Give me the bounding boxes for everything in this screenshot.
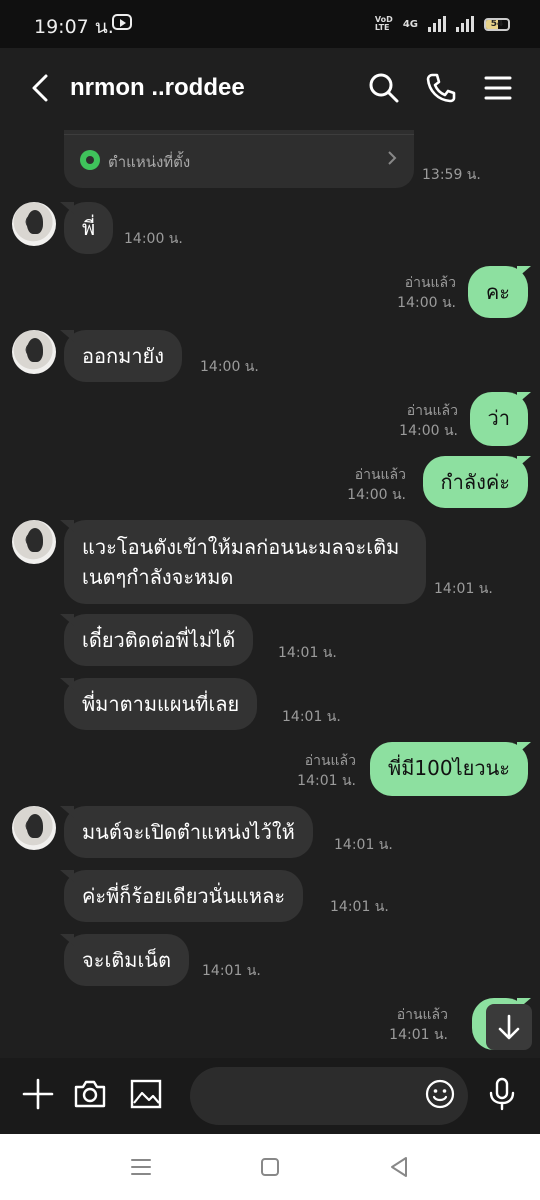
network-type: 4G [402,18,418,30]
chat-title[interactable]: nrmon ..roddee [70,74,245,102]
message-time: 14:00 น. [397,295,456,311]
message-list[interactable]: ตำแหน่งที่ตั้ง 13:59 น. พี่ 14:00 น. อ่า… [0,130,540,1058]
message-time: 14:00 น. [200,359,259,375]
status-indicators: VoD LTE 4G 54 [375,14,510,34]
avatar[interactable] [12,202,56,246]
chevron-right-icon [388,151,397,165]
back-icon[interactable] [386,1154,412,1180]
incoming-bubble[interactable]: แวะโอนตังเข้าให้มลก่อนนะมลจะเติมเนตๆกำลั… [60,520,426,604]
recent-apps-icon[interactable] [128,1154,154,1180]
image-icon[interactable] [128,1076,164,1112]
system-nav-bar [0,1134,540,1200]
message-time: 14:01 น. [434,581,493,597]
avatar[interactable] [12,520,56,564]
outgoing-bubble[interactable]: คะ [467,266,532,318]
message-time: 14:01 น. [334,837,393,853]
read-receipt: อ่านแล้ว [354,467,406,483]
message-time: 14:01 น. [278,645,337,661]
battery-icon: 54 [484,17,510,31]
avatar[interactable] [12,330,56,374]
message-time: 14:01 น. [389,1027,448,1043]
read-receipt: อ่านแล้ว [406,403,458,419]
home-icon[interactable] [257,1154,283,1180]
message-time: 14:01 น. [297,773,356,789]
status-time: 19:07 น. [34,16,114,38]
location-label: ตำแหน่งที่ตั้ง [108,153,191,171]
status-bar: 19:07 น. VoD LTE 4G 54 [0,0,540,48]
camera-icon[interactable] [72,1076,108,1112]
phone-icon[interactable] [423,70,459,106]
outgoing-bubble[interactable]: กำลังค่ะ [422,456,532,508]
input-bar [0,1058,540,1134]
message-time: 14:01 น. [202,963,261,979]
read-receipt: อ่านแล้ว [396,1007,448,1023]
message-time: 14:01 น. [330,899,389,915]
incoming-bubble[interactable]: ออกมายัง [59,330,183,382]
message-time: 14:00 น. [347,487,406,503]
message-time: 14:01 น. [282,709,341,725]
arrow-down-icon [498,1014,520,1040]
message-time: 13:59 น. [422,167,481,183]
volte-bottom: LTE [374,23,390,32]
incoming-bubble[interactable]: พี่ [59,202,114,254]
back-arrow-icon[interactable] [24,70,60,106]
volte-icon: VoD LTE [375,16,393,32]
search-icon[interactable] [366,70,402,106]
microphone-icon[interactable] [484,1076,520,1112]
divider [64,134,414,135]
outgoing-bubble[interactable]: พี่มี100ไยวนะ [370,742,531,796]
location-pin-icon [80,150,100,170]
chat-header: nrmon ..roddee [0,48,540,130]
emoji-icon[interactable] [424,1078,456,1110]
youtube-notification-icon [112,14,132,30]
incoming-bubble[interactable]: พี่มาตามแผนที่เลย [59,678,258,730]
incoming-bubble[interactable]: มนต์จะเปิดตำแหน่งไว้ให้ [60,806,313,858]
outgoing-bubble[interactable]: ว่า [469,392,532,446]
read-receipt: อ่านแล้ว [404,275,456,291]
location-card[interactable]: ตำแหน่งที่ตั้ง [64,130,414,188]
incoming-bubble[interactable]: จะเติมเน็ต [60,934,189,986]
incoming-bubble[interactable]: เดี๋ยวติดต่อพี่ไม่ได้ [59,614,254,666]
read-receipt: อ่านแล้ว [304,753,356,769]
signal-2-icon [456,16,474,32]
incoming-bubble[interactable]: ค่ะพี่ก็ร้อยเดียวนั่นแหละ [59,870,304,922]
plus-icon[interactable] [20,1076,56,1112]
message-time: 14:00 น. [124,231,183,247]
avatar[interactable] [12,806,56,850]
message-time: 14:00 น. [399,423,458,439]
menu-icon[interactable] [480,70,516,106]
scroll-to-bottom-button[interactable] [486,1004,532,1050]
signal-icon [428,16,446,32]
battery-level: 54 [490,19,504,29]
